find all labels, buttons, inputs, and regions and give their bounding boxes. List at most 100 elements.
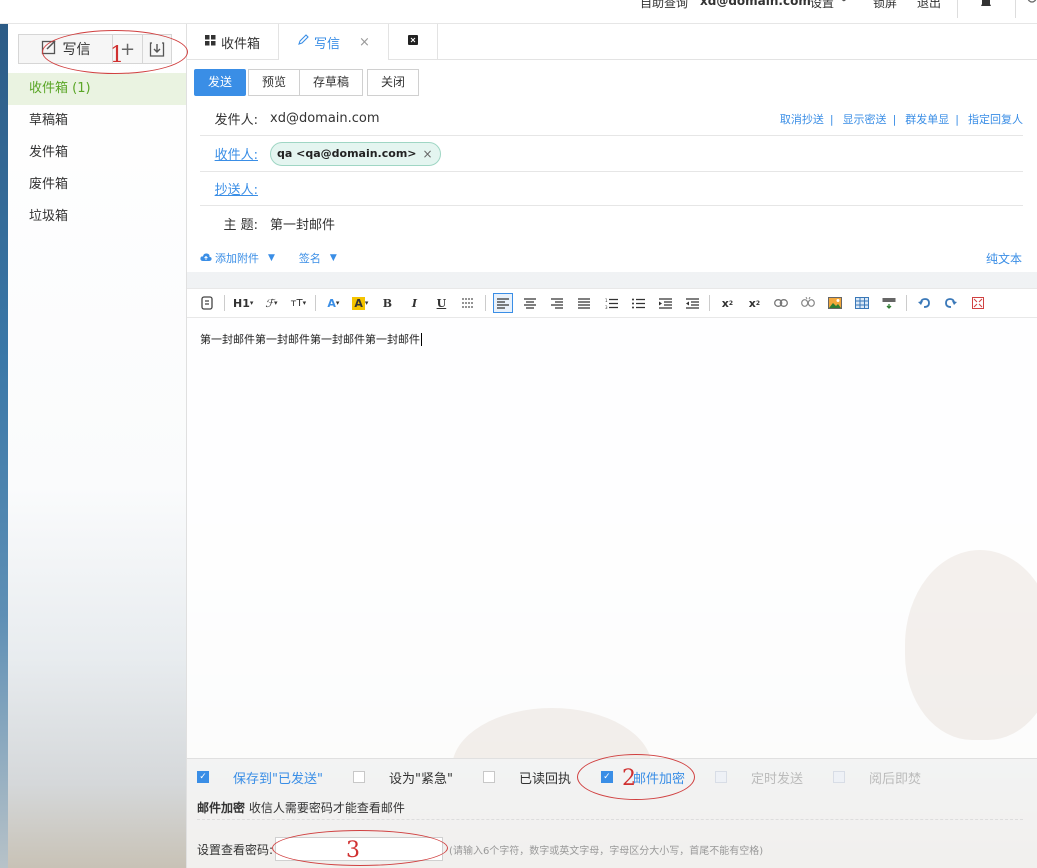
to-label[interactable]: 收件人:	[200, 144, 270, 163]
cc-label[interactable]: 抄送人:	[200, 179, 270, 198]
heading-icon[interactable]: H1 ▾	[232, 293, 254, 313]
ordered-list-icon[interactable]: 13	[601, 293, 621, 313]
remove-recipient-icon[interactable]: ×	[423, 147, 433, 161]
tab-inbox-label: 收件箱	[221, 36, 261, 52]
underline-icon[interactable]: U	[431, 293, 451, 313]
checkbox-checked-icon[interactable]: ✓	[197, 771, 209, 783]
show-bcc-link[interactable]: 显示密送	[843, 111, 887, 127]
separator: |	[892, 112, 897, 126]
bold-icon[interactable]: B	[377, 293, 397, 313]
separator: |	[829, 112, 834, 126]
text-cursor	[421, 333, 422, 346]
recipient-chip[interactable]: qa <qa@domain.com> ×	[270, 141, 441, 166]
horizontal-rule-icon[interactable]	[879, 293, 899, 313]
plain-text-link[interactable]: 纯文本	[986, 250, 1022, 267]
outdent-icon[interactable]	[682, 293, 702, 313]
checkbox-icon[interactable]	[352, 771, 365, 783]
folder-trash[interactable]: 垃圾箱	[8, 201, 186, 233]
toolbar-divider	[709, 295, 711, 311]
caret-down-icon: ▼	[329, 253, 337, 263]
cc-input[interactable]	[270, 174, 1023, 204]
import-icon[interactable]	[143, 35, 171, 63]
font-size-icon[interactable]: ᴛT ▾	[288, 293, 308, 313]
checkbox-checked-icon[interactable]: ✓	[600, 771, 613, 783]
urgent-option[interactable]: 设为"紧急"	[352, 768, 453, 787]
save-sent-option[interactable]: ✓ 保存到"已发送"	[197, 768, 323, 787]
lock-screen-link[interactable]: 锁屏	[873, 0, 897, 11]
account-label[interactable]: xd@domain.com	[700, 0, 811, 8]
top-bar: 自助查询 xd@domain.com 设置 ﹀ 锁屏 退出	[0, 0, 1037, 24]
password-row: 设置查看密码: (请输入6个字符，数字或英文字母，字母区分大小写，首尾不能有空格…	[197, 837, 763, 861]
add-attachment-button[interactable]: 添加附件 ▼	[200, 250, 275, 266]
help-link[interactable]: 自助查询	[640, 0, 688, 11]
logout-link[interactable]: 退出	[917, 0, 941, 11]
redo-icon[interactable]	[941, 293, 961, 313]
folder-list: 收件箱 (1) 草稿箱 发件箱 废件箱 垃圾箱	[8, 73, 186, 233]
save-draft-button[interactable]: 存草稿	[299, 69, 364, 96]
close-icon[interactable]: ×	[359, 35, 370, 50]
read-receipt-option[interactable]: 已读回执	[482, 768, 571, 787]
send-button[interactable]: 发送	[194, 69, 247, 96]
tab-inbox[interactable]: 收件箱	[187, 24, 280, 60]
folder-discarded[interactable]: 废件箱	[8, 169, 186, 201]
message-body-text: 第一封邮件第一封邮件第一封邮件第一封邮件	[200, 333, 420, 346]
image-icon[interactable]	[825, 293, 845, 313]
table-icon[interactable]	[852, 293, 872, 313]
plus-icon[interactable]: +	[113, 35, 143, 63]
password-label: 设置查看密码:	[197, 842, 274, 857]
superscript-icon[interactable]: x2	[744, 293, 764, 313]
settings-menu[interactable]: 设置 ﹀	[810, 0, 850, 11]
scheduled-send-option[interactable]: 定时发送	[714, 768, 803, 787]
group-send-link[interactable]: 群发单显	[905, 111, 949, 127]
fullscreen-icon[interactable]	[968, 293, 988, 313]
font-family-icon[interactable]: ℱ ▾	[261, 293, 281, 313]
burn-after-read-option[interactable]: 阅后即焚	[832, 768, 921, 787]
add-attachment-label: 添加附件	[215, 252, 259, 265]
bell-icon[interactable]	[979, 0, 993, 11]
indent-icon[interactable]	[655, 293, 675, 313]
close-button[interactable]: 关闭	[367, 69, 420, 96]
cancel-cc-link[interactable]: 取消抄送	[780, 111, 824, 127]
search-icon[interactable]	[1026, 0, 1037, 10]
compose-label: 写信	[62, 42, 91, 58]
justify-icon[interactable]	[574, 293, 594, 313]
preview-button[interactable]: 预览	[248, 69, 301, 96]
main-panel: 收件箱 写信 × 发送 预览 存草稿 关闭 发件人: xd@domain.com…	[187, 24, 1037, 868]
align-left-icon[interactable]	[493, 293, 514, 313]
encrypt-option[interactable]: ✓ 邮件加密	[600, 768, 685, 787]
checkbox-icon[interactable]	[482, 771, 495, 783]
link-icon[interactable]	[771, 293, 791, 313]
checkbox-icon[interactable]	[714, 771, 727, 783]
subscript-icon[interactable]: x2	[717, 293, 737, 313]
password-input[interactable]	[275, 837, 444, 861]
from-value[interactable]: xd@domain.com	[270, 111, 380, 126]
align-right-icon[interactable]	[547, 293, 567, 313]
folder-sent[interactable]: 发件箱	[8, 137, 186, 169]
strikethrough-icon[interactable]	[458, 293, 478, 313]
tab-compose[interactable]: 写信 ×	[279, 24, 389, 60]
signature-dropdown[interactable]: 签名 ▼	[299, 250, 337, 266]
sidebar: 写信 + 收件箱 (1) 草稿箱 发件箱 废件箱 垃圾箱	[8, 24, 187, 868]
checkbox-icon[interactable]	[832, 771, 845, 783]
folder-inbox[interactable]: 收件箱 (1)	[8, 73, 186, 105]
reply-to-link[interactable]: 指定回复人	[968, 111, 1023, 127]
folder-drafts[interactable]: 草稿箱	[8, 105, 186, 137]
grid-icon	[205, 34, 216, 50]
message-body-editor[interactable]: 第一封邮件第一封邮件第一封邮件第一封邮件	[187, 318, 1037, 758]
pen-icon	[297, 34, 309, 50]
from-label: 发件人:	[214, 113, 258, 128]
source-icon[interactable]	[197, 293, 217, 313]
align-center-icon[interactable]	[520, 293, 540, 313]
unlink-icon[interactable]	[798, 293, 818, 313]
unordered-list-icon[interactable]	[628, 293, 648, 313]
background-decoration	[905, 550, 1037, 740]
highlight-color-icon[interactable]: A ▾	[350, 293, 370, 313]
italic-icon[interactable]: I	[404, 293, 424, 313]
divider	[197, 819, 1023, 820]
font-color-icon[interactable]: A ▾	[323, 293, 343, 313]
tab-extra[interactable]	[389, 24, 438, 60]
compose-button[interactable]: 写信	[19, 35, 113, 63]
subject-input[interactable]: 第一封邮件	[270, 214, 335, 233]
undo-icon[interactable]	[914, 293, 934, 313]
divider	[1015, 0, 1016, 18]
